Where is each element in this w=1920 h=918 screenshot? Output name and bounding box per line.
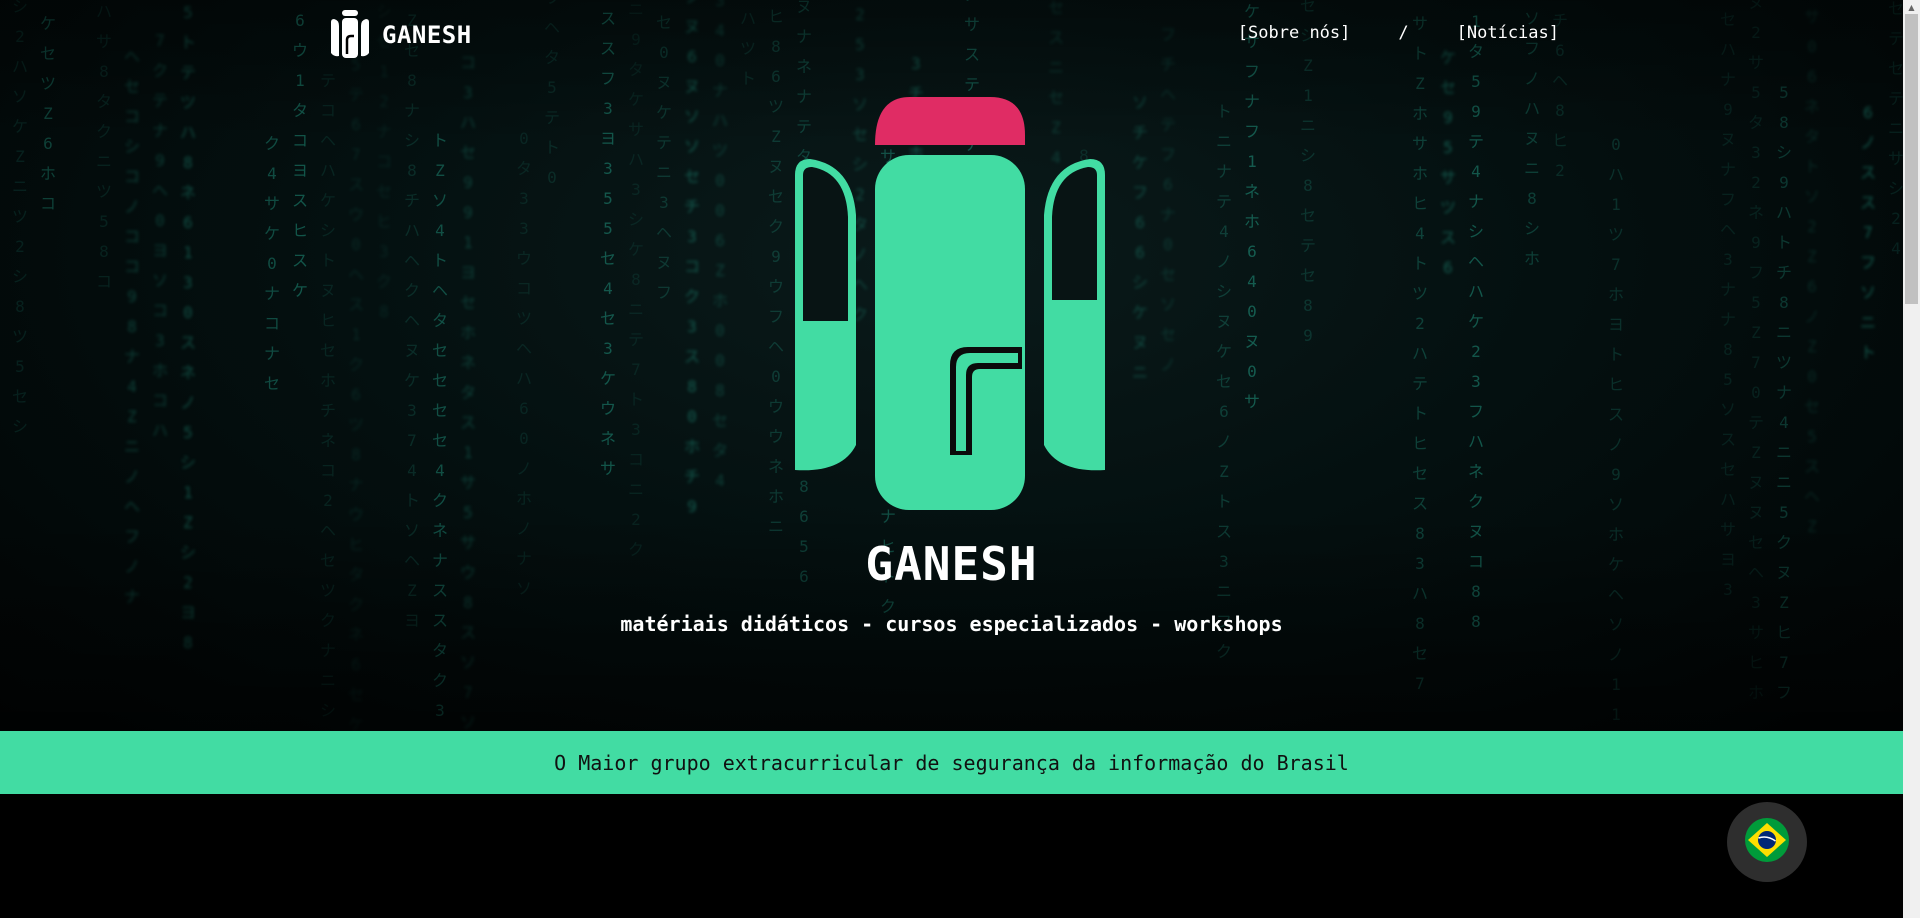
rain-column: 6 ノ ス ス 7 フ ソ ニ ト — [1859, 103, 1876, 362]
nav-link-noticias[interactable]: [Notícias] — [1457, 23, 1559, 43]
rain-column: 7 ク テ ナ 9 ヘ 0 ヨ ソ コ 3 ホ コ ハ — [151, 31, 168, 440]
brand-name: GANESH — [382, 21, 472, 49]
rain-column: ヘ セ コ シ コ ノ コ コ 9 8 ナ 4 Z ニ ノ ヘ フ ノ ナ — [123, 47, 140, 606]
brazil-flag-icon — [1744, 817, 1790, 867]
nav-home-link[interactable]: GANESH — [330, 10, 472, 60]
rain-column: ソ ニ ヘ ヒ 8 6 ツ Z ヌ セ ク 9 ウ フ ヘ 0 ウ ウ ネ ホ … — [767, 7, 784, 536]
hero-logo-icon — [790, 95, 1110, 519]
rain-column: タ セ シ Z 1 ニ シ 8 セ テ セ 8 9 — [1299, 0, 1316, 345]
rain-column: ケ セ 9 5 サ ツ ス 6 — [1439, 48, 1456, 277]
rain-column: コ 6 サ ト Z ホ サ ホ ヒ 4 ト ツ 2 ハ テ ト ヒ セ ス 8 … — [1411, 0, 1428, 693]
page-scrollbar[interactable]: ▲ — [1903, 0, 1920, 918]
rain-column: 6 シ ケ サ フ ナ フ 1 ネ ホ 6 4 0 ヌ 0 サ — [1243, 2, 1260, 411]
tagline-text: O Maior grupo extracurricular de seguran… — [554, 750, 1349, 775]
rain-column: サ 9 ニ 9 タ ケ サ ハ 3 シ ケ 8 ニ テ 7 ト 3 コ ニ 2 … — [627, 0, 644, 559]
rain-column: ホ サ ヘ セ テ セ テ ニ サ シ 2 4 — [1887, 0, 1903, 258]
rain-column: ス ス フ 3 ヨ 3 5 5 セ 4 セ 3 ケ ウ ネ サ — [599, 9, 616, 478]
hero-title: GANESH — [865, 537, 1038, 591]
rain-column: 1 シ コ セ 0 ヌ ケ テ ニ 3 ヘ ヌ フ — [655, 0, 672, 302]
rain-column: コ ヘ 6 ケ セ ツ Z 6 ホ コ — [39, 0, 56, 213]
language-switch-button[interactable] — [1727, 802, 1807, 882]
rain-column: セ ト テ ヘ ウ ハ ツ ト — [739, 9, 756, 88]
rain-column: ク 4 サ ケ 0 ナ コ ナ セ — [263, 134, 280, 393]
hero-subtitle: matériais didáticos - cursos especializa… — [620, 612, 1283, 636]
nav-link-sobre-nos[interactable]: [Sobre nós] — [1238, 23, 1351, 43]
scroll-up-arrow-icon[interactable]: ▲ — [1903, 0, 1920, 14]
rain-column: シ 4 ヒ 8 サ 0 6 ネ タ ト ソ 2 Z 6 ノ Z 0 セ 5 ス … — [1803, 7, 1820, 536]
rain-column: 4 9 コ シ 2 ハ ソ ケ Z ニ ツ 2 シ 8 ツ 5 セ シ — [11, 0, 28, 436]
rain-column: フ チ ヘ テ フ 6 ナ 0 セ ソ セ ノ — [1159, 25, 1176, 374]
top-nav: [Sobre nós] / [Notícias] — [1238, 23, 1559, 43]
rain-column: ハ ケ ク ヌ 6 ヌ ソ ソ セ チ 3 コ ク 3 ス 8 0 ホ チ 9 — [683, 0, 700, 516]
rain-column: ト Z ソ 4 ト ヘ タ セ セ セ セ 4 ク ネ ナ ス ス タ ク 3 … — [431, 131, 448, 720]
ganesh-logo-icon — [330, 10, 370, 60]
rain-column: 0 ハ 1 ツ 7 ホ ヨ ト ヒ ス ノ 9 ソ ホ ケ ヘ ソ ノ 1 1 — [1607, 135, 1624, 724]
rain-column: ソ チ ケ フ 6 6 シ ケ ヌ ニ — [1131, 93, 1148, 382]
rain-column: 2 ハ 3 2 6 ウ 1 タ コ ヨ ス ヒ ス ケ — [291, 11, 308, 300]
rain-column: テ セ ハ ナ 9 ヌ ナ フ ヘ 3 ナ ナ 8 5 ソ ス セ ハ サ ヨ … — [1719, 10, 1736, 599]
hero-section: 4 9 コ シ 2 ハ ソ ケ Z ニ ツ 2 シ 8 ツ 5 セ シ コ ヘ … — [0, 0, 1903, 731]
rain-column: 0 タ 3 3 ウ コ ツ ヘ ハ 6 0 ノ ホ ノ ナ ソ — [515, 129, 532, 598]
rain-column: ヌ 2 サ 5 タ 3 2 ネ 9 フ 5 Z 7 0 テ Z ヌ ヌ セ ヘ … — [1747, 0, 1764, 702]
rain-column: チ ヨ ウ ヘ タ 5 テ ト 0 — [543, 0, 560, 187]
page: 4 9 コ シ 2 ハ ソ ケ Z ニ ツ 2 シ 8 ツ 5 セ シ コ ヘ … — [0, 0, 1920, 918]
tagline-banner: O Maior grupo extracurricular de seguran… — [0, 731, 1903, 794]
rain-column: セ 2 フ 8 ハ サ 8 タ ク ニ ツ 5 8 コ — [95, 2, 112, 291]
nav-separator: / — [1398, 23, 1409, 43]
rain-column: ク ノ 3 4 0 ナ ハ ツ 0 0 6 Z ホ 0 0 8 セ タ 4 — [711, 0, 728, 490]
scrollbar-thumb[interactable] — [1905, 14, 1918, 304]
